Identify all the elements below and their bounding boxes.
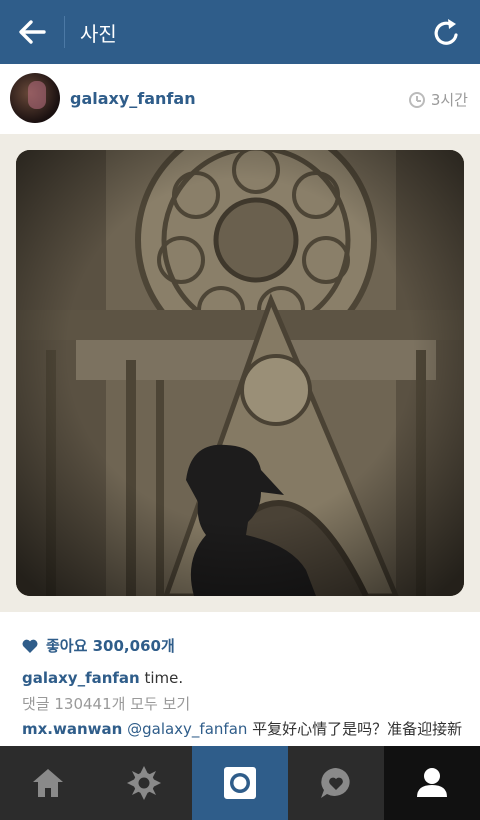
explore-star-icon [127,766,161,800]
cathedral-photo [16,150,464,596]
avatar[interactable] [10,73,60,123]
likes-row[interactable]: 좋아요 300,060개 [22,635,175,656]
top-bar: 사진 [0,0,480,64]
home-icon [33,769,63,797]
tab-explore[interactable] [96,746,192,820]
tab-home[interactable] [0,746,96,820]
activity-bubble-icon [321,768,350,798]
bottom-tab-bar [0,746,480,820]
post-time-label: 3시간 [430,91,468,109]
caption-username[interactable]: galaxy_fanfan [22,669,140,687]
header-divider [64,16,65,48]
back-arrow-icon[interactable] [14,14,50,50]
comment: mx.wanwan @galaxy_fanfan 平复好心情了是吗？准备迎接新 [22,717,472,747]
caption: galaxy_fanfan time. [22,669,183,687]
view-all-comments-link[interactable]: 댓글 130441개 모두 보기 [22,693,190,714]
post-username[interactable]: galaxy_fanfan [70,89,196,108]
caption-text: time. [139,669,184,687]
refresh-icon[interactable] [432,16,462,48]
post-time: 3시간 [408,89,468,110]
page-title: 사진 [80,22,117,46]
tab-profile[interactable] [384,746,480,820]
comment-text: 平复好心情了是吗？准备迎接新 [247,720,463,738]
heart-icon [22,639,38,653]
clock-icon [408,91,425,108]
likes-label: 좋아요 300,060개 [46,637,175,655]
comment-username[interactable]: mx.wanwan [22,720,122,738]
post-photo[interactable] [16,150,464,596]
camera-icon [224,767,256,799]
tab-activity[interactable] [288,746,384,820]
tab-camera[interactable] [192,746,288,820]
comment-mention[interactable]: @galaxy_fanfan [127,720,247,738]
profile-icon [417,768,447,797]
